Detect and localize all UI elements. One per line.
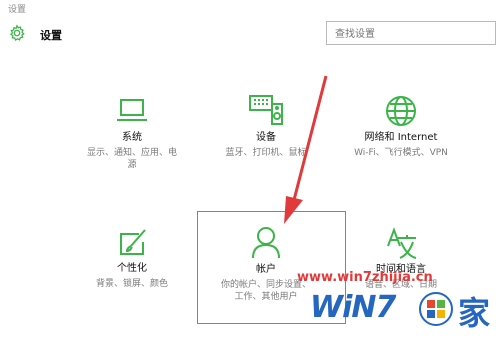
paintbrush-icon [120,229,146,255]
watermark-logo-char: 家 [458,294,491,332]
tile-description: 显示、通知、应用、电 源 [86,148,177,170]
watermark-logo: WiN7 家 [310,286,500,336]
laptop-icon [117,99,147,121]
title-bar: 设置 [0,0,500,18]
gear-icon [10,24,25,41]
tile-personalization[interactable]: 个性化 背景、锁屏、颜色 [57,228,207,290]
tile-label: 个性化 [117,263,147,274]
keyboard-speaker-icon [249,95,283,125]
watermark-logo-text: WiN7 [310,290,396,325]
language-icon [387,227,417,259]
tile-description: Wi-Fi、飞行模式、VPN [354,148,448,158]
page-title: 设置 [40,29,62,42]
tile-label: 网络和 Internet [364,132,438,143]
tile-description: 背景、锁屏、颜色 [95,279,168,289]
tile-network[interactable]: 网络和 Internet Wi-Fi、飞行模式、VPN [326,94,476,159]
window-title: 设置 [8,5,27,15]
tile-system[interactable]: 系统 显示、通知、应用、电 源 [57,96,207,171]
windows-logo-icon [419,292,453,326]
tile-label: 系统 [122,132,142,143]
watermark-url: www.win7zhijia.cn [297,270,433,285]
tile-description: 蓝牙、打印机、鼠标 [225,148,307,158]
search-box[interactable] [326,21,496,46]
tile-label: 设备 [256,132,276,143]
search-input[interactable] [327,23,495,46]
globe-icon [386,96,416,126]
tile-devices[interactable]: 设备 蓝牙、打印机、鼠标 [191,94,341,159]
